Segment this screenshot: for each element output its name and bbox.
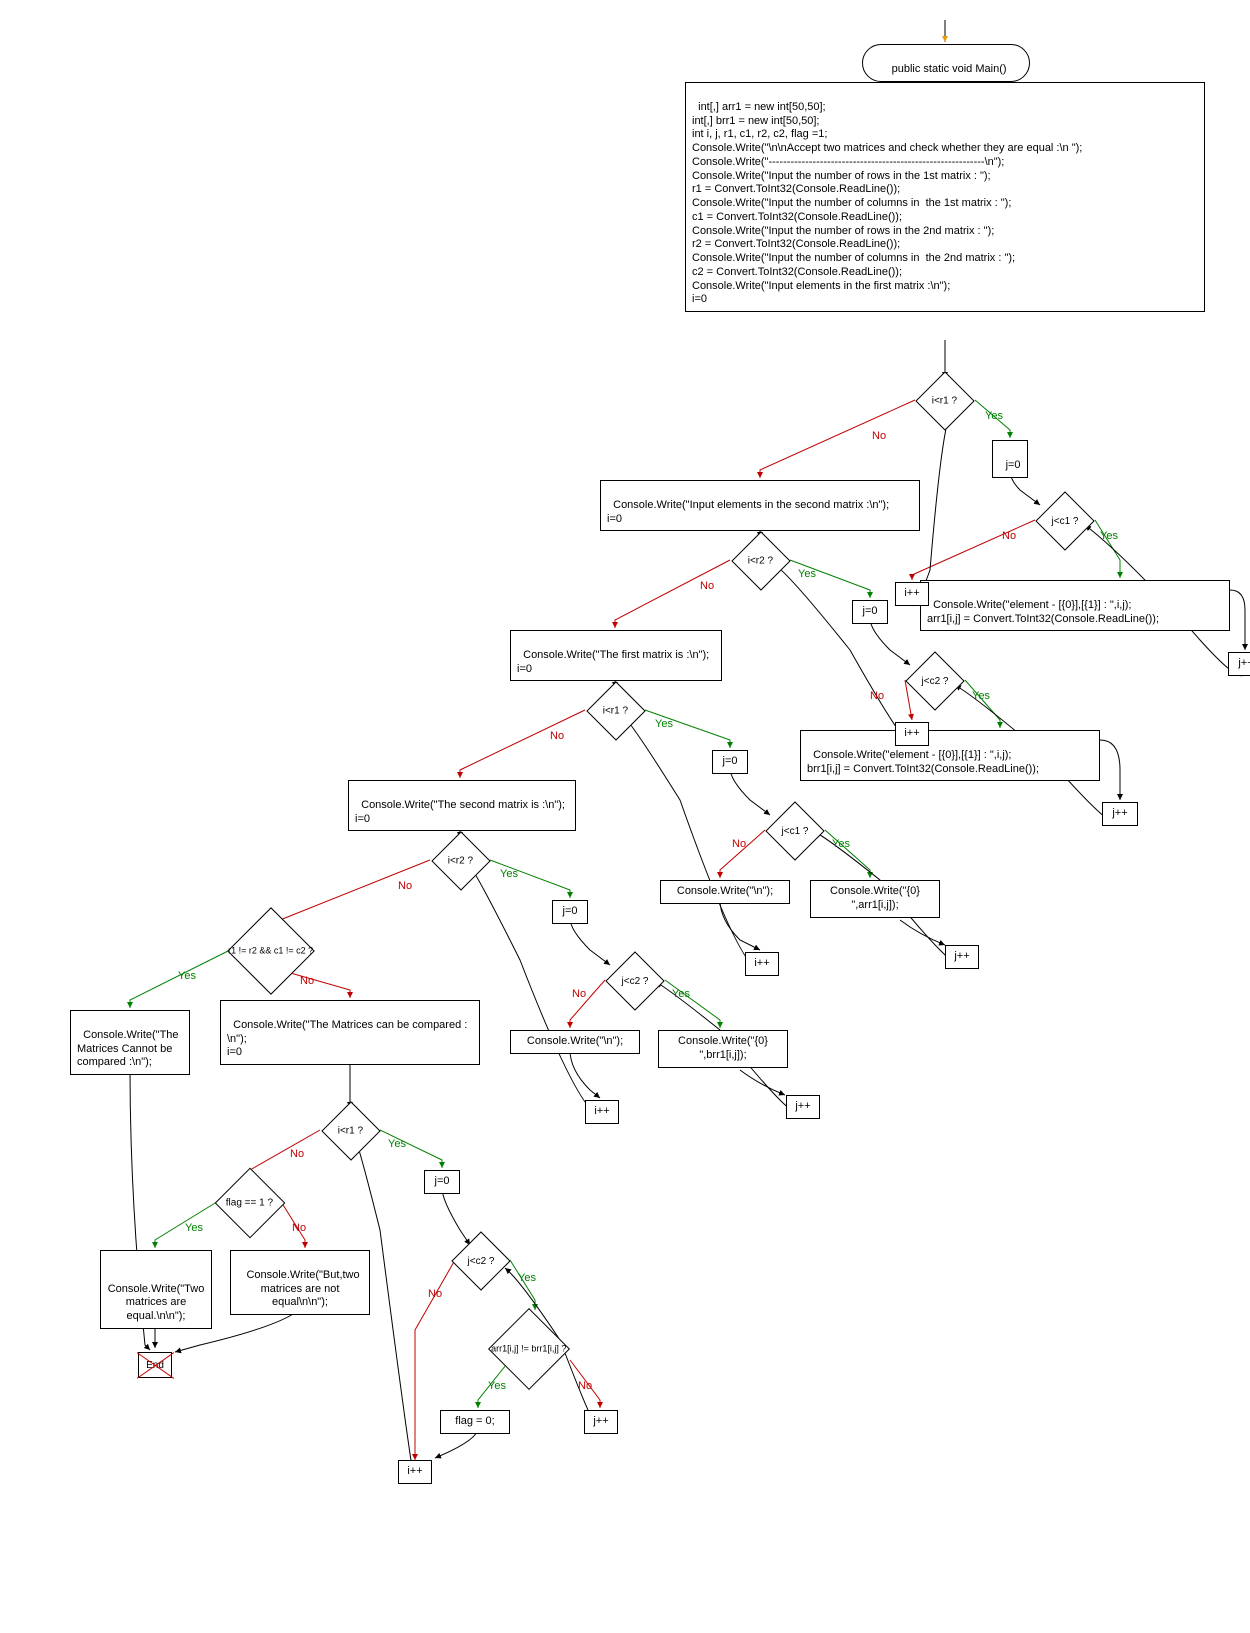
decision-flag-eq-1: flag == 1 ? (215, 1168, 286, 1239)
decision-j-lt-c1: j<c1 ? (1035, 491, 1094, 550)
decision-i-lt-r1-b: i<r1 ? (586, 681, 645, 740)
label-yes: Yes (388, 1138, 406, 1150)
first-matrix-is: Console.Write("The first matrix is :\n")… (510, 630, 722, 681)
assign-j0-5: j=0 (424, 1170, 460, 1194)
label-no: No (578, 1380, 592, 1392)
print-arr1: Console.Write("{0} ",arr1[i,j]); (810, 880, 940, 918)
jpp-4: j++ (786, 1095, 820, 1119)
assign-j0-4: j=0 (552, 900, 588, 924)
label-no: No (292, 1222, 306, 1234)
label-yes: Yes (488, 1380, 506, 1392)
jpp-1: j++ (1228, 652, 1250, 676)
decision-elem-neq: arr1[i,j] != brr1[i,j] ? (488, 1308, 570, 1390)
newline-2: Console.Write("\n"); (510, 1030, 640, 1054)
label-no: No (1002, 530, 1016, 542)
decision-j-lt-c2-c: j<c2 ? (451, 1231, 510, 1290)
init-block: int[,] arr1 = new int[50,50]; int[,] brr… (685, 82, 1205, 312)
jpp-5: j++ (584, 1410, 618, 1434)
label-yes: Yes (985, 410, 1003, 422)
newline-1: Console.Write("\n"); (660, 880, 790, 904)
label-yes: Yes (972, 690, 990, 702)
ipp-4: i++ (585, 1100, 619, 1124)
assign-j0-2: j=0 (852, 600, 888, 624)
two-equal: Console.Write("Two matrices are equal.\n… (100, 1250, 212, 1329)
label-no: No (290, 1148, 304, 1160)
second-matrix-prompt: Console.Write("Input elements in the sec… (600, 480, 920, 531)
label-yes: Yes (832, 838, 850, 850)
label-no: No (550, 730, 564, 742)
label-yes: Yes (185, 1222, 203, 1234)
cannot-compare: Console.Write("The Matrices Cannot be co… (70, 1010, 190, 1075)
ipp-3: i++ (745, 952, 779, 976)
input-arr1-body: Console.Write("element - [{0}],[{1}] : "… (920, 580, 1230, 631)
init-block-text: int[,] arr1 = new int[50,50]; int[,] brr… (692, 101, 1082, 306)
end-node: End (138, 1352, 172, 1378)
decision-j-lt-c1-b: j<c1 ? (765, 801, 824, 860)
label-no: No (572, 988, 586, 1000)
decision-i-lt-r2: i<r2 ? (731, 531, 790, 590)
ipp-5: i++ (398, 1460, 432, 1484)
terminator-label: public static void Main() (892, 63, 1007, 75)
decision-i-lt-r1-c: i<r1 ? (321, 1101, 380, 1160)
assign-j0-1: j=0 (992, 440, 1028, 478)
label-yes: Yes (500, 868, 518, 880)
label-yes: Yes (655, 718, 673, 730)
print-brr1: Console.Write("{0} ",brr1[i,j]); (658, 1030, 788, 1068)
label-no: No (732, 838, 746, 850)
label-yes: Yes (672, 988, 690, 1000)
flag-zero: flag = 0; (440, 1410, 510, 1434)
second-matrix-is: Console.Write("The second matrix is :\n"… (348, 780, 576, 831)
label-no: No (398, 880, 412, 892)
decision-i-lt-r1: i<r1 ? (915, 371, 974, 430)
terminator-main: public static void Main() (862, 44, 1030, 82)
ipp-1: i++ (895, 582, 929, 606)
label-no: No (428, 1288, 442, 1300)
label-no: No (700, 580, 714, 592)
jpp-2: j++ (1102, 802, 1138, 826)
label-yes: Yes (1100, 530, 1118, 542)
jpp-3: j++ (945, 945, 979, 969)
label-no: No (872, 430, 886, 442)
label-no: No (300, 975, 314, 987)
decision-j-lt-c2: j<c2 ? (905, 651, 964, 710)
ipp-2: i++ (895, 722, 929, 746)
label-yes: Yes (518, 1272, 536, 1284)
decision-j-lt-c2-b: j<c2 ? (605, 951, 664, 1010)
label-yes: Yes (798, 568, 816, 580)
label-no: No (870, 690, 884, 702)
not-equal: Console.Write("But,two matrices are not … (230, 1250, 370, 1315)
input-brr1-body: Console.Write("element - [{0}],[{1}] : "… (800, 730, 1100, 781)
can-compare: Console.Write("The Matrices can be compa… (220, 1000, 480, 1065)
label-yes: Yes (178, 970, 196, 982)
decision-i-lt-r2-b: i<r2 ? (431, 831, 490, 890)
assign-j0-3: j=0 (712, 750, 748, 774)
